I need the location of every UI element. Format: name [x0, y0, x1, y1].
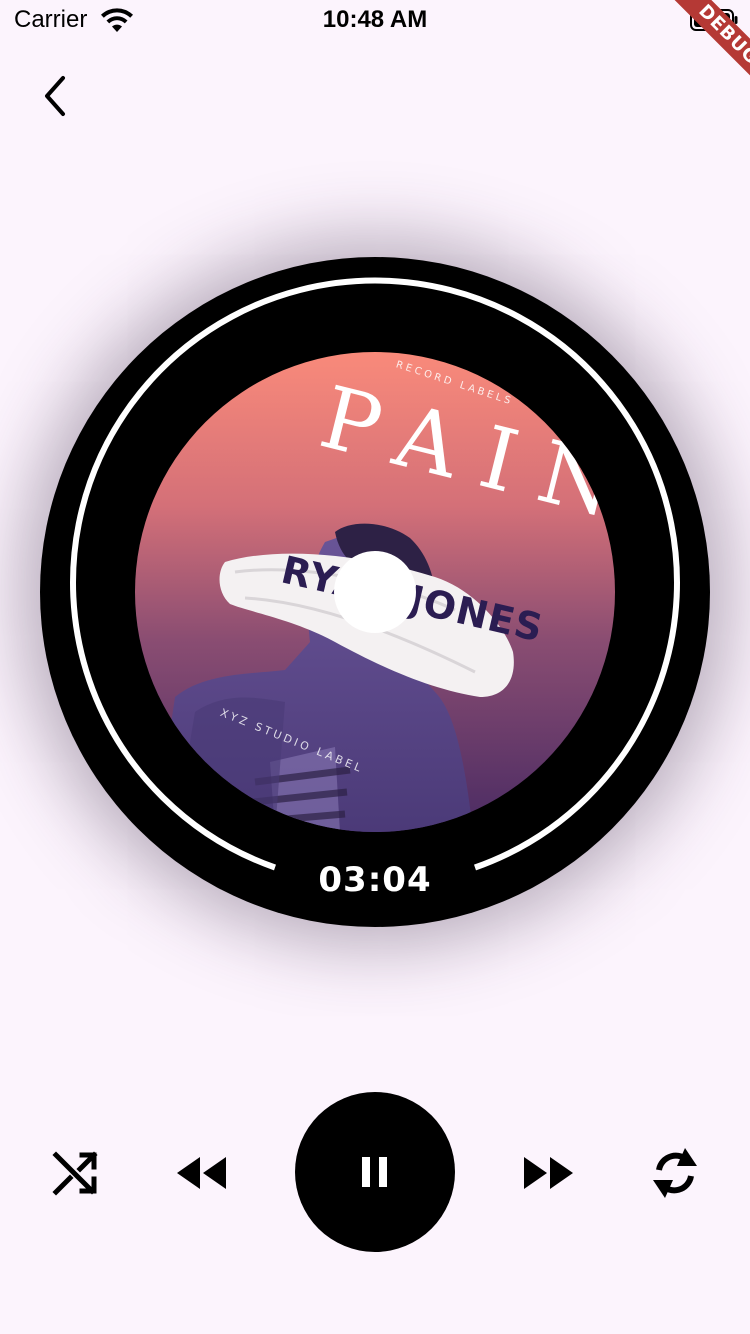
pause-button[interactable] — [295, 1092, 455, 1252]
playback-controls — [0, 1090, 750, 1255]
status-clock: 10:48 AM — [322, 6, 428, 33]
repeat-button[interactable] — [644, 1142, 706, 1204]
shuffle-button[interactable] — [45, 1142, 107, 1204]
shuffle-icon — [52, 1151, 98, 1196]
pause-icon — [362, 1157, 387, 1187]
back-button[interactable] — [30, 70, 82, 122]
elapsed-time: 03:04 — [318, 860, 432, 900]
disc-center-hole — [334, 551, 416, 633]
fast-forward-button[interactable] — [518, 1142, 580, 1204]
fast-forward-icon — [524, 1157, 573, 1189]
status-bar: Carrier 10:48 AM — [0, 0, 750, 40]
debug-label: DEBUG — [669, 0, 750, 94]
rewind-button[interactable] — [170, 1142, 232, 1204]
repeat-icon — [653, 1148, 697, 1198]
chevron-left-icon — [45, 76, 65, 116]
vinyl-disc: RYAN JONES PAIN RECORD LABELS XYZ STUDIO… — [40, 257, 710, 927]
rewind-icon — [177, 1157, 226, 1189]
debug-banner: DEBUG — [650, 0, 750, 100]
